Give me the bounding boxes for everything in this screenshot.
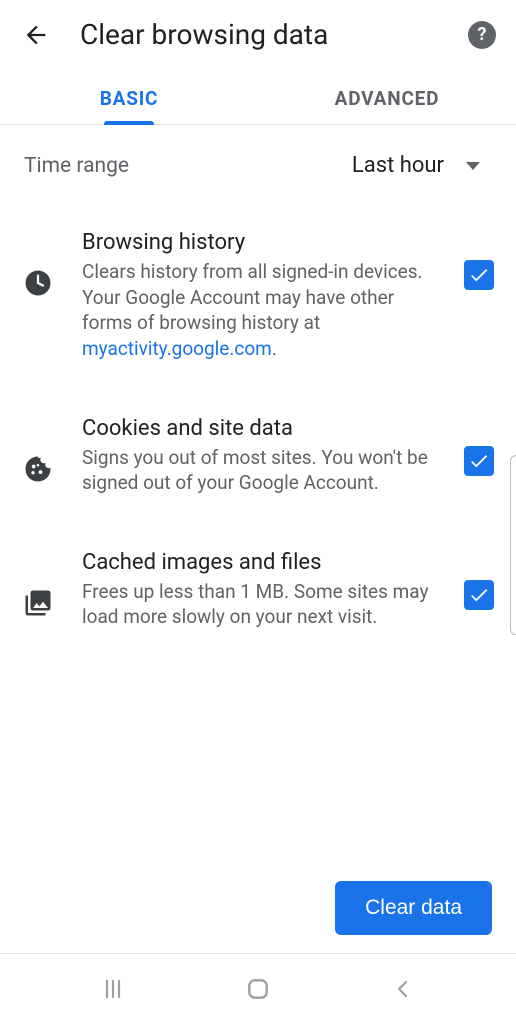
option-text: Cookies and site data Signs you out of m… (82, 416, 436, 496)
footer: Clear data (0, 865, 516, 954)
image-stack-icon (22, 587, 54, 619)
option-text: Browsing history Clears history from all… (82, 230, 436, 362)
system-nav-bar (0, 954, 516, 1024)
chevron-down-icon (466, 162, 480, 170)
back-button[interactable] (20, 19, 52, 51)
cookie-icon (22, 453, 54, 485)
myactivity-link[interactable]: myactivity.google.com (82, 337, 272, 360)
option-text: Cached images and files Frees up less th… (82, 550, 436, 630)
clock-icon (22, 267, 54, 299)
home-button[interactable] (228, 976, 288, 1002)
check-icon (468, 264, 490, 286)
option-cached: Cached images and files Frees up less th… (0, 526, 516, 660)
option-title: Cookies and site data (82, 416, 436, 441)
chevron-left-icon (391, 977, 415, 1001)
header: Clear browsing data ? (0, 0, 516, 69)
recents-icon (101, 977, 125, 1001)
option-list: Browsing history Clears history from all… (0, 206, 516, 865)
back-nav-button[interactable] (373, 977, 433, 1001)
time-range-value: Last hour (352, 153, 444, 178)
tab-advanced[interactable]: ADVANCED (258, 69, 516, 124)
home-icon (245, 976, 271, 1002)
option-browsing-history: Browsing history Clears history from all… (0, 206, 516, 392)
recents-button[interactable] (83, 977, 143, 1001)
clear-data-button[interactable]: Clear data (335, 881, 492, 935)
checkbox-cached[interactable] (464, 580, 494, 610)
page-title: Clear browsing data (80, 18, 440, 51)
time-range-selector[interactable]: Last hour (352, 153, 492, 178)
checkbox-browsing-history[interactable] (464, 260, 494, 290)
option-title: Cached images and files (82, 550, 436, 575)
scrollbar[interactable] (510, 455, 516, 635)
tab-basic[interactable]: BASIC (0, 69, 258, 124)
option-desc: Frees up less than 1 MB. Some sites may … (82, 579, 436, 630)
time-range-label: Time range (24, 154, 129, 178)
check-icon (468, 450, 490, 472)
help-icon: ? (478, 24, 487, 45)
option-title: Browsing history (82, 230, 436, 255)
option-desc: Signs you out of most sites. You won't b… (82, 445, 436, 496)
option-cookies: Cookies and site data Signs you out of m… (0, 392, 516, 526)
checkbox-cookies[interactable] (464, 446, 494, 476)
time-range-row: Time range Last hour (0, 125, 516, 206)
option-desc: Clears history from all signed-in device… (82, 259, 436, 362)
check-icon (468, 584, 490, 606)
tabs: BASIC ADVANCED (0, 69, 516, 125)
help-button[interactable]: ? (468, 21, 496, 49)
arrow-left-icon (22, 21, 50, 49)
